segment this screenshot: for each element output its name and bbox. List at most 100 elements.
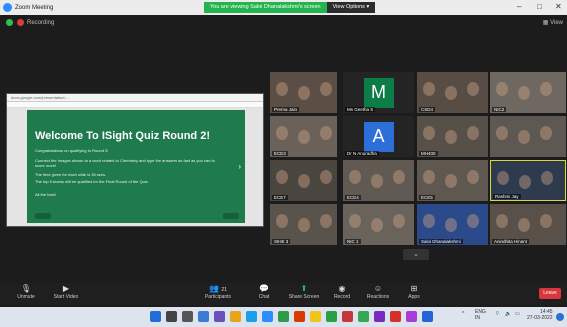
chat-button[interactable]: 💬 Chat: [244, 283, 284, 300]
view-label: View: [550, 20, 563, 26]
recording-dot-icon: [17, 19, 24, 26]
app-icon[interactable]: [342, 311, 353, 322]
person-silhouette: [445, 86, 457, 100]
participant-tile[interactable]: Rashmi Jay: [490, 160, 566, 201]
participant-tile[interactable]: Anindhita Hinant: [490, 204, 566, 245]
zoom-taskbar-icon[interactable]: [262, 311, 273, 322]
chrome-icon[interactable]: [358, 311, 369, 322]
maximize-icon[interactable]: □: [537, 2, 542, 11]
record-button[interactable]: ◉ Record: [322, 283, 362, 300]
onenote-icon[interactable]: [374, 311, 385, 322]
participant-tile[interactable]: M Ms Geetha S: [343, 72, 414, 113]
record-icon: ◉: [338, 284, 346, 293]
search-icon[interactable]: [166, 311, 177, 322]
language-indicator[interactable]: ENG IN: [475, 309, 486, 321]
slide-nav-button: [223, 213, 239, 219]
task-view-icon[interactable]: [182, 311, 193, 322]
person-silhouette: [519, 175, 531, 189]
participant-tile[interactable]: [490, 116, 566, 157]
participant-name: Dr N Anuradha: [345, 151, 379, 156]
notes-icon[interactable]: [310, 311, 321, 322]
recording-indicator: Recording: [6, 19, 54, 26]
browser-tab-bar: docs.google.com/presentation/...: [7, 94, 263, 102]
browser-url: docs.google.com/presentation/...: [11, 95, 69, 100]
excel-icon[interactable]: [278, 311, 289, 322]
unmute-button[interactable]: 🎙 Unmute: [6, 283, 46, 300]
participant-avatar: M: [363, 77, 394, 108]
participants-button[interactable]: 👥 21 Participants: [198, 283, 238, 300]
reactions-button[interactable]: ☺ Reactions: [358, 283, 398, 300]
participants-icon: 👥 21: [209, 284, 227, 293]
expand-grid-button[interactable]: ⌄: [403, 249, 429, 260]
person-silhouette: [298, 130, 310, 144]
region-label: IN: [475, 315, 480, 321]
leave-button[interactable]: Leave: [539, 288, 561, 299]
participant-tile[interactable]: SIHE 3: [270, 204, 337, 245]
powerpoint-icon[interactable]: [294, 311, 305, 322]
viewing-banner: You are viewing Saloi Dhanalakshmi's scr…: [204, 2, 376, 13]
start-video-label: Start Video: [53, 294, 79, 300]
participant-name: ECE7: [272, 195, 288, 200]
participant-tile[interactable]: Prerna Jain: [270, 72, 337, 113]
notification-icon[interactable]: [556, 313, 564, 321]
date-label: 27-03-2022: [527, 315, 553, 321]
person-silhouette: [496, 214, 508, 228]
participant-name: Rashmi Jay: [493, 194, 521, 199]
participant-grid: Prerna Jain M Ms Geetha S CSD4 NIC2 ECE3 A Dr N…: [270, 72, 566, 248]
view-options-button[interactable]: View Options ▾: [326, 2, 376, 13]
person-silhouette: [518, 130, 530, 144]
participant-tile[interactable]: A Dr N Anuradha: [343, 116, 414, 157]
wifi-icon[interactable]: ⌔: [495, 311, 500, 317]
participant-tile[interactable]: NIC2: [490, 72, 566, 113]
presentation-slide: Welcome To ISight Quiz Round 2! Congratu…: [27, 110, 245, 223]
participant-name: SIHE 3: [272, 239, 291, 244]
slide-line: The top 5 teams will be qualified for th…: [35, 179, 149, 184]
slide-title: Welcome To ISight Quiz Round 2!: [35, 130, 210, 142]
battery-icon[interactable]: ▭: [515, 311, 520, 317]
share-screen-icon: ⬆: [300, 284, 308, 293]
window-title: Zoom Meeting: [15, 4, 54, 11]
app-icon[interactable]: [406, 311, 417, 322]
tray-chevron-icon[interactable]: ^: [462, 311, 464, 317]
share-screen-button[interactable]: ⬆ Share Screen: [284, 283, 324, 300]
volume-icon[interactable]: 🔈: [505, 311, 511, 317]
clock[interactable]: 14:45 27-03-2022: [527, 309, 553, 321]
person-silhouette: [276, 170, 288, 184]
person-silhouette: [540, 214, 552, 228]
participant-name: CSD4: [419, 107, 436, 112]
participant-tile[interactable]: NIC 1: [343, 204, 414, 245]
participant-tile[interactable]: CSD4: [417, 72, 488, 113]
whatsapp-icon[interactable]: [326, 311, 337, 322]
participant-tile[interactable]: ECE7: [270, 160, 337, 201]
person-silhouette: [371, 174, 383, 188]
person-silhouette: [276, 214, 288, 228]
video-off-icon: ▶: [62, 284, 70, 293]
widgets-icon[interactable]: [198, 311, 209, 322]
apps-label: Apps: [408, 294, 420, 300]
minimize-icon[interactable]: –: [517, 2, 521, 11]
person-silhouette: [518, 86, 530, 100]
participant-tile[interactable]: MH400: [417, 116, 488, 157]
view-button[interactable]: ▦ View: [543, 19, 563, 26]
participant-tile[interactable]: ECE3: [270, 116, 337, 157]
app-icon[interactable]: [422, 311, 433, 322]
file-explorer-icon[interactable]: [230, 311, 241, 322]
person-silhouette: [320, 170, 332, 184]
edge-icon[interactable]: [246, 311, 257, 322]
participant-name: NIC 1: [345, 239, 361, 244]
participants-label: Participants: [204, 294, 232, 300]
person-silhouette: [276, 82, 288, 96]
person-silhouette: [540, 82, 552, 96]
zoom-logo-icon: [3, 3, 12, 12]
start-video-button[interactable]: ▶ Start Video: [46, 283, 86, 300]
person-silhouette: [320, 82, 332, 96]
teams-icon[interactable]: [214, 311, 225, 322]
acrobat-icon[interactable]: [390, 311, 401, 322]
apps-button[interactable]: ⊞ Apps: [394, 283, 434, 300]
participant-tile[interactable]: ECE4: [343, 160, 414, 201]
participant-tile[interactable]: Saloi Dhanalakshmi: [417, 204, 488, 245]
start-menu-icon[interactable]: [150, 311, 161, 322]
person-silhouette: [423, 170, 435, 184]
participant-tile[interactable]: ECE5: [417, 160, 488, 201]
close-icon[interactable]: ✕: [555, 2, 562, 11]
